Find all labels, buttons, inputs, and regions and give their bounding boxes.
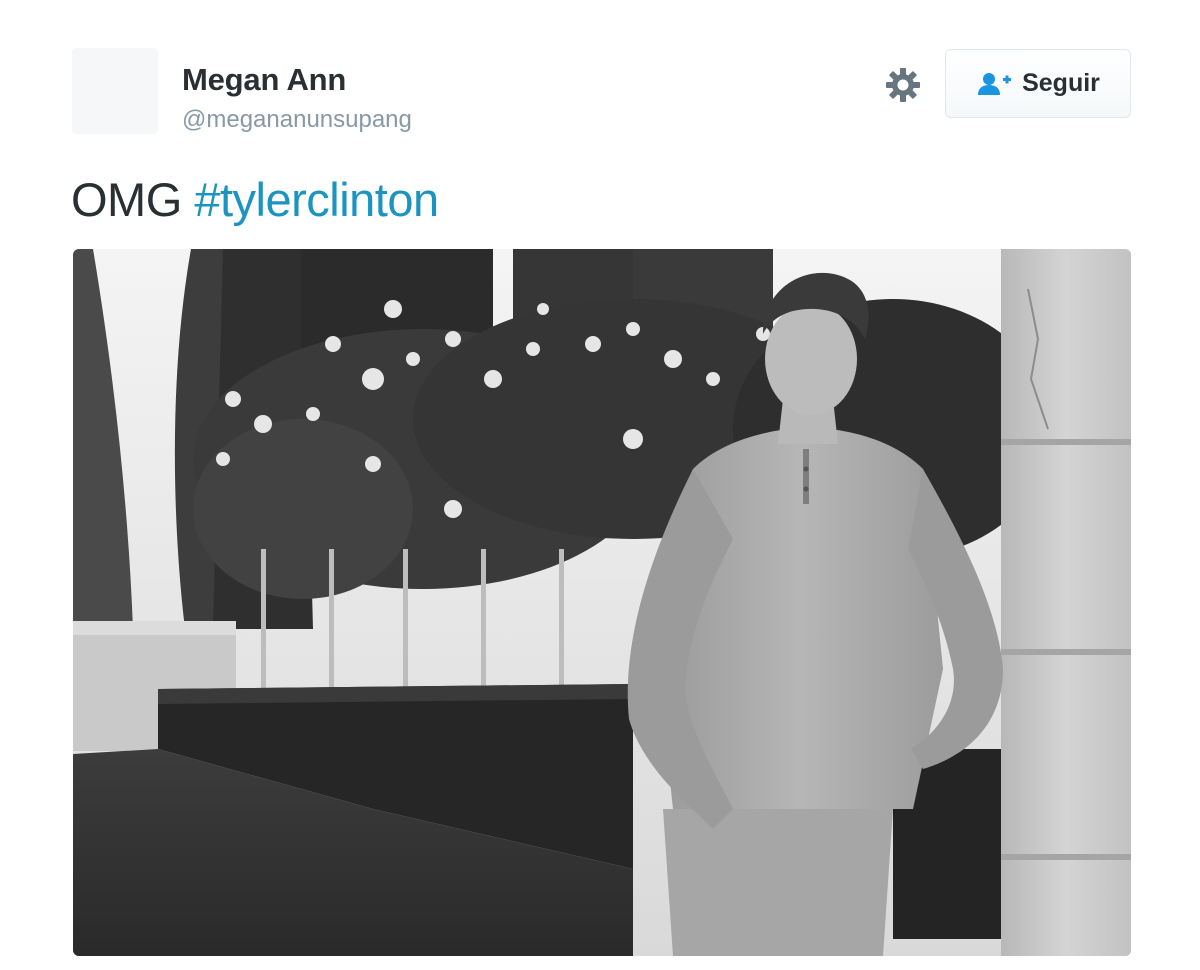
follow-button-label: Seguir xyxy=(1022,69,1100,97)
tweet-photo[interactable] xyxy=(73,249,1131,956)
follow-button[interactable]: Seguir xyxy=(945,49,1131,118)
author-name[interactable]: Megan Ann xyxy=(182,62,346,98)
add-user-icon xyxy=(978,72,1012,95)
tweet-card: Megan Ann @megananunsupang Seguir OMG #t… xyxy=(0,0,1200,970)
author-handle[interactable]: @megananunsupang xyxy=(182,106,412,134)
tweet-text-prefix: OMG xyxy=(71,173,182,226)
gear-icon[interactable] xyxy=(884,66,922,104)
avatar[interactable] xyxy=(72,48,158,134)
photo-garden-portrait xyxy=(73,249,1131,956)
hashtag-link[interactable]: #tylerclinton xyxy=(194,173,439,226)
tweet-text: OMG #tylerclinton xyxy=(71,172,439,227)
